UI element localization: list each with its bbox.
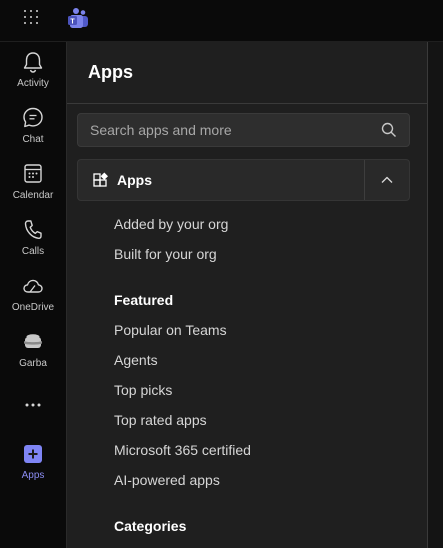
nav-item-top-rated-apps[interactable]: Top rated apps: [114, 405, 404, 435]
apps-panel: Apps Apps Added by your org Built for yo…: [66, 42, 427, 548]
nav-item-microsoft-365-certified[interactable]: Microsoft 365 certified: [114, 435, 404, 465]
apps-section-label: Apps: [117, 172, 152, 188]
rail-label-calendar: Calendar: [12, 190, 54, 201]
app-launcher-icon[interactable]: [22, 8, 44, 30]
nav-item-built-for-your-org[interactable]: Built for your org: [114, 239, 404, 269]
rail-label-apps: Apps: [21, 470, 45, 481]
top-bar: T: [0, 0, 443, 42]
rail-label-activity: Activity: [17, 78, 49, 89]
rail-label-onedrive: OneDrive: [11, 302, 55, 313]
chat-icon: [23, 107, 43, 128]
collapse-section-button[interactable]: [364, 160, 409, 200]
teams-logo-icon: T: [68, 8, 88, 28]
app-rail: Activity Chat Calendar Calls OneDrive Ga…: [0, 42, 66, 548]
svg-text:T: T: [70, 19, 75, 26]
nav-item-ai-powered-apps[interactable]: AI-powered apps: [114, 465, 404, 495]
apps-nav-list: Added by your org Built for your org Fea…: [114, 209, 404, 541]
plus-square-icon: [24, 445, 42, 463]
rail-item-apps[interactable]: Apps: [0, 442, 66, 492]
nav-item-added-by-your-org[interactable]: Added by your org: [114, 209, 404, 239]
rail-item-chat[interactable]: Chat: [0, 106, 66, 156]
phone-icon: [24, 220, 42, 240]
bell-icon: [23, 52, 43, 73]
panel-header: Apps: [67, 42, 427, 104]
search-box[interactable]: [77, 113, 410, 147]
categories-heading: Categories: [114, 518, 187, 534]
rail-label-garba: Garba: [19, 358, 47, 369]
apps-grid-icon: [93, 172, 108, 187]
page-title: Apps: [88, 62, 133, 82]
rail-item-calls[interactable]: Calls: [0, 218, 66, 268]
chevron-up-icon: [381, 176, 393, 183]
rail-label-calls: Calls: [21, 246, 45, 257]
nav-item-top-picks[interactable]: Top picks: [114, 375, 404, 405]
calendar-icon: [24, 164, 42, 183]
rail-item-activity[interactable]: Activity: [0, 50, 66, 100]
rail-item-calendar[interactable]: Calendar: [0, 162, 66, 212]
content-edge: [427, 42, 443, 548]
nav-item-popular-on-teams[interactable]: Popular on Teams: [114, 315, 404, 345]
featured-heading: Featured: [114, 292, 174, 308]
cloud-icon: [23, 279, 43, 293]
rail-item-garba[interactable]: Garba: [0, 330, 66, 380]
rail-item-onedrive[interactable]: OneDrive: [0, 274, 66, 324]
apps-section-button[interactable]: Apps: [78, 160, 364, 200]
more-apps-button[interactable]: [0, 394, 66, 416]
rail-label-chat: Chat: [22, 134, 44, 145]
ellipsis-icon: [25, 403, 41, 407]
nav-item-agents[interactable]: Agents: [114, 345, 404, 375]
search-input[interactable]: [90, 122, 370, 138]
app-icon: [24, 334, 42, 348]
apps-section-header: Apps: [77, 159, 410, 201]
search-icon[interactable]: [381, 122, 397, 138]
